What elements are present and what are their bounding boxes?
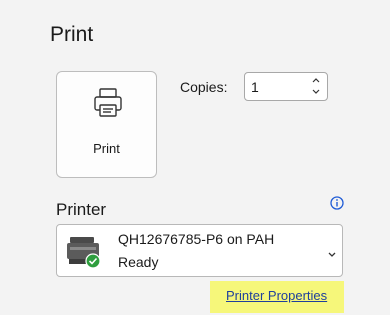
printer-device-icon xyxy=(66,235,102,269)
copies-stepper[interactable] xyxy=(244,72,328,101)
printer-name: QH12676785-P6 on PAH xyxy=(118,231,275,247)
copies-label: Copies: xyxy=(180,79,228,95)
page-title: Print xyxy=(50,23,94,46)
printer-status: Ready xyxy=(118,254,159,270)
print-button[interactable]: Print xyxy=(56,71,157,178)
info-icon[interactable] xyxy=(330,196,344,210)
printer-properties-highlight: Printer Properties xyxy=(210,281,344,313)
copies-increment-icon[interactable] xyxy=(309,74,323,86)
copies-decrement-icon[interactable] xyxy=(309,86,323,98)
printer-section-label: Printer xyxy=(56,200,107,219)
printer-properties-link[interactable]: Printer Properties xyxy=(226,288,327,303)
chevron-down-icon xyxy=(327,246,337,257)
copies-input[interactable] xyxy=(251,77,301,96)
printer-icon xyxy=(91,85,125,119)
printer-dropdown[interactable]: QH12676785-P6 on PAH Ready xyxy=(56,224,343,277)
print-button-label: Print xyxy=(93,141,120,156)
